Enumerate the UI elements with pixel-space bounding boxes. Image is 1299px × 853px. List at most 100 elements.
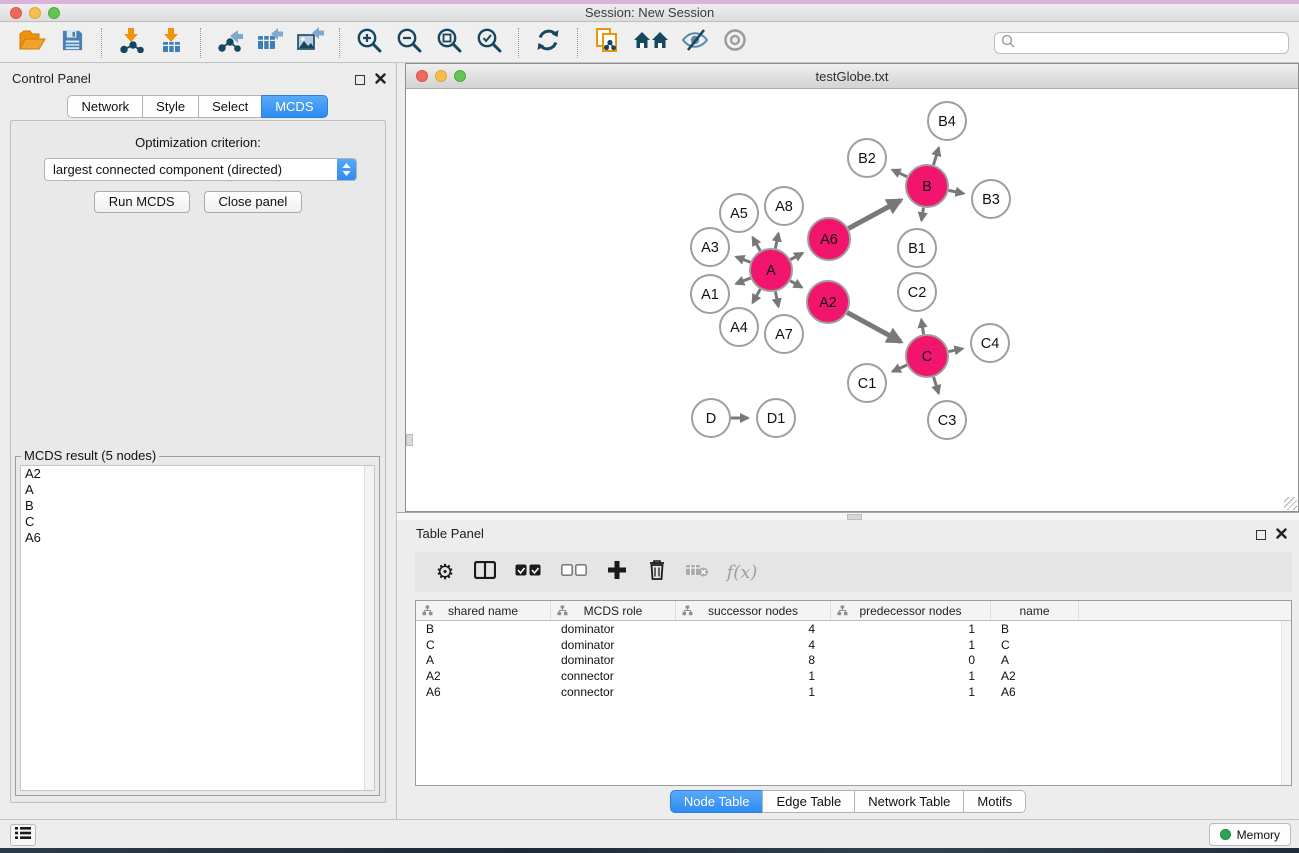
zoom-out-button[interactable] [392, 26, 426, 60]
table-cell[interactable]: B [416, 622, 551, 636]
result-item[interactable]: A6 [21, 530, 374, 546]
delete-columns-button[interactable] [637, 555, 677, 589]
table-cell[interactable]: 4 [676, 638, 831, 652]
select-all-columns-button[interactable] [505, 555, 551, 589]
graph-edge-B-B3[interactable] [949, 190, 964, 193]
export-network-button[interactable] [213, 26, 247, 60]
delete-table-button[interactable] [677, 555, 717, 589]
tab-network-table[interactable]: Network Table [854, 790, 964, 813]
float-panel-icon[interactable] [355, 75, 365, 85]
table-cell[interactable]: 1 [676, 669, 831, 683]
open-session-button[interactable] [15, 26, 49, 60]
table-row[interactable]: Adominator80A [416, 653, 1291, 669]
network-window-titlebar[interactable]: testGlobe.txt [406, 64, 1298, 89]
table-cell[interactable]: 8 [676, 653, 831, 667]
close-panel-button[interactable]: Close panel [204, 191, 303, 213]
create-column-button[interactable] [597, 555, 637, 589]
table-cell[interactable]: C [416, 638, 551, 652]
zoom-in-button[interactable] [352, 26, 386, 60]
task-history-button[interactable] [10, 824, 36, 846]
search-field[interactable] [994, 32, 1289, 54]
table-cell[interactable]: connector [551, 669, 676, 683]
graph-node-C1[interactable]: C1 [848, 364, 886, 402]
result-scrollbar[interactable] [364, 466, 374, 790]
graph-node-A4[interactable]: A4 [720, 308, 758, 346]
table-cell[interactable]: 0 [831, 653, 991, 667]
search-input[interactable] [1019, 35, 1288, 51]
table-cell[interactable]: dominator [551, 622, 676, 636]
hide-selected-button[interactable] [678, 26, 712, 60]
tab-mcds[interactable]: MCDS [261, 95, 327, 118]
tab-style[interactable]: Style [142, 95, 199, 118]
memory-button[interactable]: Memory [1209, 823, 1291, 846]
graph-node-A8[interactable]: A8 [765, 187, 803, 225]
graph-node-C4[interactable]: C4 [971, 324, 1009, 362]
result-item[interactable]: A [21, 482, 374, 498]
graph-node-B2[interactable]: B2 [848, 139, 886, 177]
column-header-predecessor-nodes[interactable]: predecessor nodes [831, 601, 991, 620]
graph-node-D[interactable]: D [692, 399, 730, 437]
table-cell[interactable]: A [991, 653, 1079, 667]
graph-edge-C-C3[interactable] [934, 377, 939, 393]
export-table-button[interactable] [253, 26, 287, 60]
graph-node-A1[interactable]: A1 [691, 275, 729, 313]
column-header-successor-nodes[interactable]: successor nodes [676, 601, 831, 620]
table-row[interactable]: A6connector11A6 [416, 684, 1291, 700]
attribute-settings-button[interactable]: ⚙ [425, 555, 465, 589]
graph-edge-A-A5[interactable] [753, 237, 761, 250]
table-row[interactable]: Cdominator41C [416, 637, 1291, 653]
graph-node-A6[interactable]: A6 [808, 218, 850, 260]
graph-node-B4[interactable]: B4 [928, 102, 966, 140]
zoom-selected-button[interactable] [472, 26, 506, 60]
graph-edge-A-A2[interactable] [790, 281, 802, 288]
table-cell[interactable]: 1 [831, 638, 991, 652]
table-cell[interactable]: C [991, 638, 1079, 652]
horizontal-splitter[interactable] [397, 512, 1299, 520]
table-cell[interactable]: 4 [676, 622, 831, 636]
table-cell[interactable]: A2 [991, 669, 1079, 683]
table-cell[interactable]: A6 [991, 685, 1079, 699]
close-panel-icon[interactable] [375, 71, 386, 89]
graph-edge-A-A7[interactable] [775, 292, 778, 307]
node-table[interactable]: shared nameMCDS rolesuccessor nodesprede… [415, 600, 1292, 786]
graph-node-A7[interactable]: A7 [765, 315, 803, 353]
graph-edge-A6-B[interactable] [848, 200, 900, 228]
first-neighbors-button[interactable] [630, 26, 672, 60]
table-cell[interactable]: dominator [551, 638, 676, 652]
table-scrollbar[interactable] [1281, 621, 1291, 785]
graph-node-A3[interactable]: A3 [691, 228, 729, 266]
tab-select[interactable]: Select [198, 95, 262, 118]
column-header-shared-name[interactable]: shared name [416, 601, 551, 620]
export-image-button[interactable] [293, 26, 327, 60]
graph-edge-B-B2[interactable] [892, 170, 907, 177]
table-row[interactable]: Bdominator41B [416, 621, 1291, 637]
refresh-button[interactable] [531, 26, 565, 60]
graph-node-B1[interactable]: B1 [898, 229, 936, 267]
close-panel-icon[interactable] [1276, 526, 1287, 544]
graph-node-A[interactable]: A [750, 249, 792, 291]
table-cell[interactable]: A [416, 653, 551, 667]
split-view-button[interactable] [465, 555, 505, 589]
graph-edge-B-B1[interactable] [921, 208, 923, 221]
graph-edge-A-A4[interactable] [753, 289, 761, 302]
import-table-button[interactable] [154, 26, 188, 60]
graph-edge-A-A8[interactable] [775, 233, 778, 248]
graph-node-D1[interactable]: D1 [757, 399, 795, 437]
result-item[interactable]: B [21, 498, 374, 514]
graph-edge-C-C2[interactable] [921, 320, 923, 335]
unselect-all-columns-button[interactable] [551, 555, 597, 589]
resize-grip[interactable] [1284, 497, 1297, 510]
column-header-MCDS-role[interactable]: MCDS role [551, 601, 676, 620]
tab-network[interactable]: Network [67, 95, 143, 118]
table-cell[interactable]: connector [551, 685, 676, 699]
table-cell[interactable]: 1 [831, 685, 991, 699]
graph-node-B[interactable]: B [906, 165, 948, 207]
result-item[interactable]: A2 [21, 466, 374, 482]
import-network-button[interactable] [114, 26, 148, 60]
table-cell[interactable]: dominator [551, 653, 676, 667]
graph-node-C2[interactable]: C2 [898, 273, 936, 311]
table-cell[interactable]: 1 [831, 622, 991, 636]
table-cell[interactable]: 1 [676, 685, 831, 699]
result-item[interactable]: C [21, 514, 374, 530]
table-cell[interactable]: A2 [416, 669, 551, 683]
